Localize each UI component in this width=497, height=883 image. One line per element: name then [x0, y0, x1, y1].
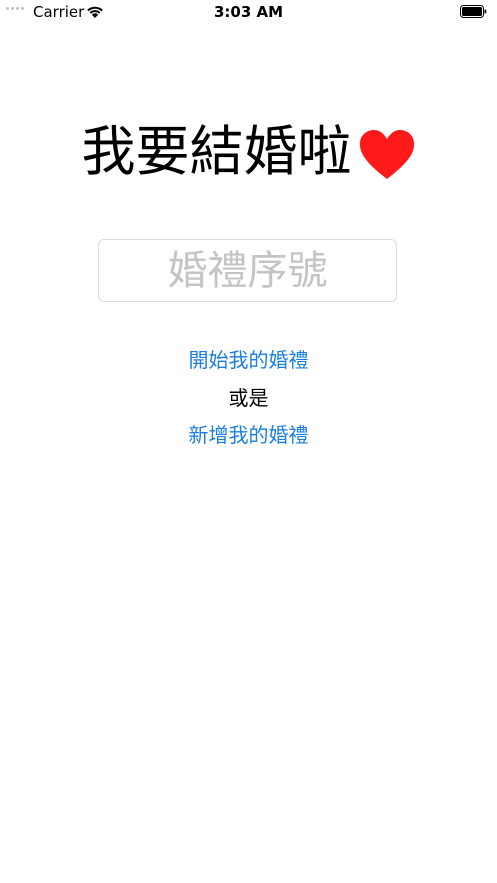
title-row: 我要結婚啦	[0, 116, 497, 188]
heart-icon	[359, 130, 414, 179]
create-wedding-link[interactable]: 新增我的婚禮	[0, 421, 497, 449]
battery-icon	[460, 5, 487, 18]
wedding-code-input[interactable]	[99, 240, 396, 301]
or-label: 或是	[228, 386, 269, 410]
wedding-code-field[interactable]	[98, 239, 397, 302]
page-title: 我要結婚啦	[81, 120, 352, 183]
status-time: 3:03 AM	[213, 3, 284, 21]
status-bar: Carrier 3:03 AM	[0, 0, 497, 26]
start-wedding-link[interactable]: 開始我的婚禮	[0, 346, 497, 374]
